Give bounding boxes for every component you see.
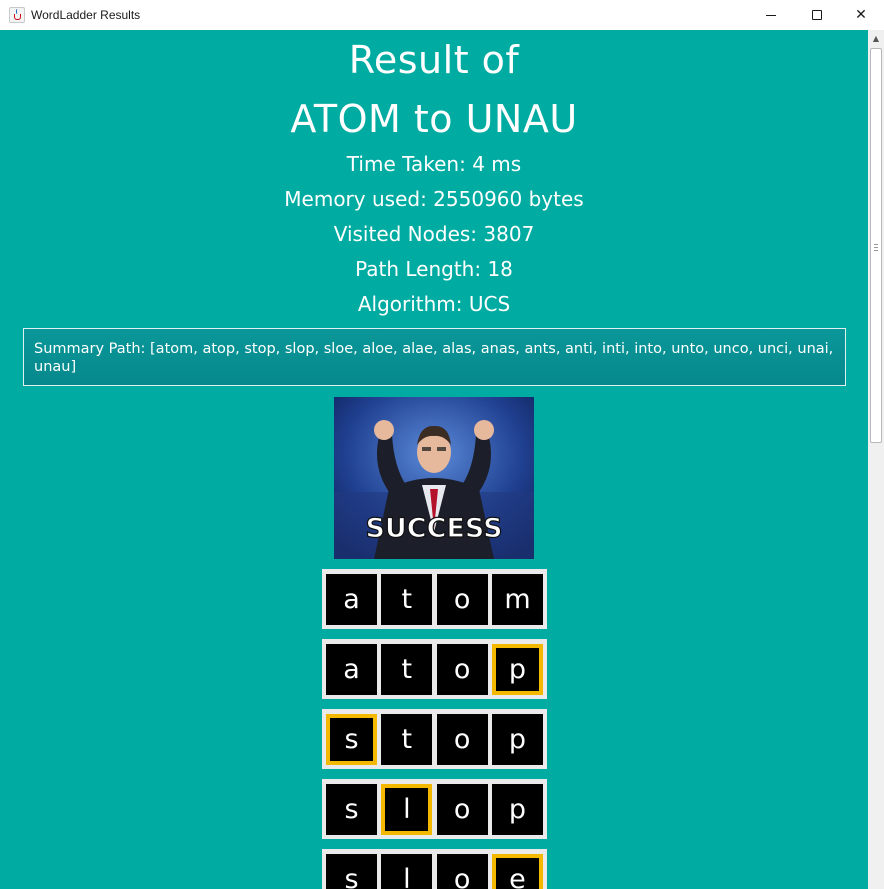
letter-cell: s bbox=[326, 783, 377, 835]
window-title: WordLadder Results bbox=[31, 8, 141, 22]
vertical-scrollbar[interactable]: ▲ bbox=[868, 30, 884, 889]
summary-path-box: Summary Path: [atom, atop, stop, slop, s… bbox=[23, 328, 846, 386]
success-gif: SUCCESS bbox=[334, 397, 534, 559]
letter-cell: t bbox=[381, 643, 433, 695]
letter-cell: a bbox=[326, 643, 377, 695]
maximize-icon bbox=[812, 10, 822, 20]
letter-cell-changed: e bbox=[491, 853, 543, 889]
letter-cell: a bbox=[326, 573, 377, 625]
visited-nodes-label: Visited Nodes: 3807 bbox=[333, 222, 535, 246]
results-panel: Result of ATOM to UNAU Time Taken: 4 ms … bbox=[0, 30, 868, 889]
letter-cell: p bbox=[491, 783, 543, 835]
letter-cell: o bbox=[436, 853, 488, 889]
letter-cell: o bbox=[436, 643, 488, 695]
letter-cell: m bbox=[491, 573, 543, 625]
letter-cell: o bbox=[436, 783, 488, 835]
letter-cell: t bbox=[381, 573, 433, 625]
letter-cell: l bbox=[381, 853, 433, 889]
letter-cell-changed: l bbox=[381, 783, 433, 835]
java-app-icon bbox=[9, 7, 25, 23]
letter-cell-changed: p bbox=[491, 643, 543, 695]
letter-cell: s bbox=[326, 853, 377, 889]
success-caption: SUCCESS bbox=[365, 513, 502, 544]
close-button[interactable]: ✕ bbox=[838, 0, 884, 30]
close-icon: ✕ bbox=[855, 7, 867, 23]
scroll-thumb[interactable] bbox=[870, 48, 882, 443]
letter-cell: o bbox=[436, 713, 488, 765]
letter-cell: p bbox=[491, 713, 543, 765]
minimize-button[interactable] bbox=[748, 0, 794, 30]
result-title-line1: Result of bbox=[348, 38, 520, 82]
ladder-row: slop bbox=[322, 779, 547, 839]
result-title-line2: ATOM to UNAU bbox=[290, 97, 578, 141]
ladder-row: sloe bbox=[322, 849, 547, 889]
scroll-up-arrow-icon[interactable]: ▲ bbox=[868, 30, 884, 46]
path-length-label: Path Length: 18 bbox=[355, 257, 513, 281]
algorithm-label: Algorithm: UCS bbox=[357, 292, 511, 316]
minimize-icon bbox=[766, 14, 776, 16]
time-taken-label: Time Taken: 4 ms bbox=[346, 152, 522, 176]
ladder-row: stop bbox=[322, 709, 547, 769]
letter-cell: t bbox=[381, 713, 433, 765]
letter-cell-changed: s bbox=[326, 713, 377, 765]
letter-cell: o bbox=[436, 573, 488, 625]
memory-used-label: Memory used: 2550960 bytes bbox=[284, 187, 584, 211]
ladder-row: atop bbox=[322, 639, 547, 699]
ladder-row: atom bbox=[322, 569, 547, 629]
maximize-button[interactable] bbox=[794, 0, 840, 30]
